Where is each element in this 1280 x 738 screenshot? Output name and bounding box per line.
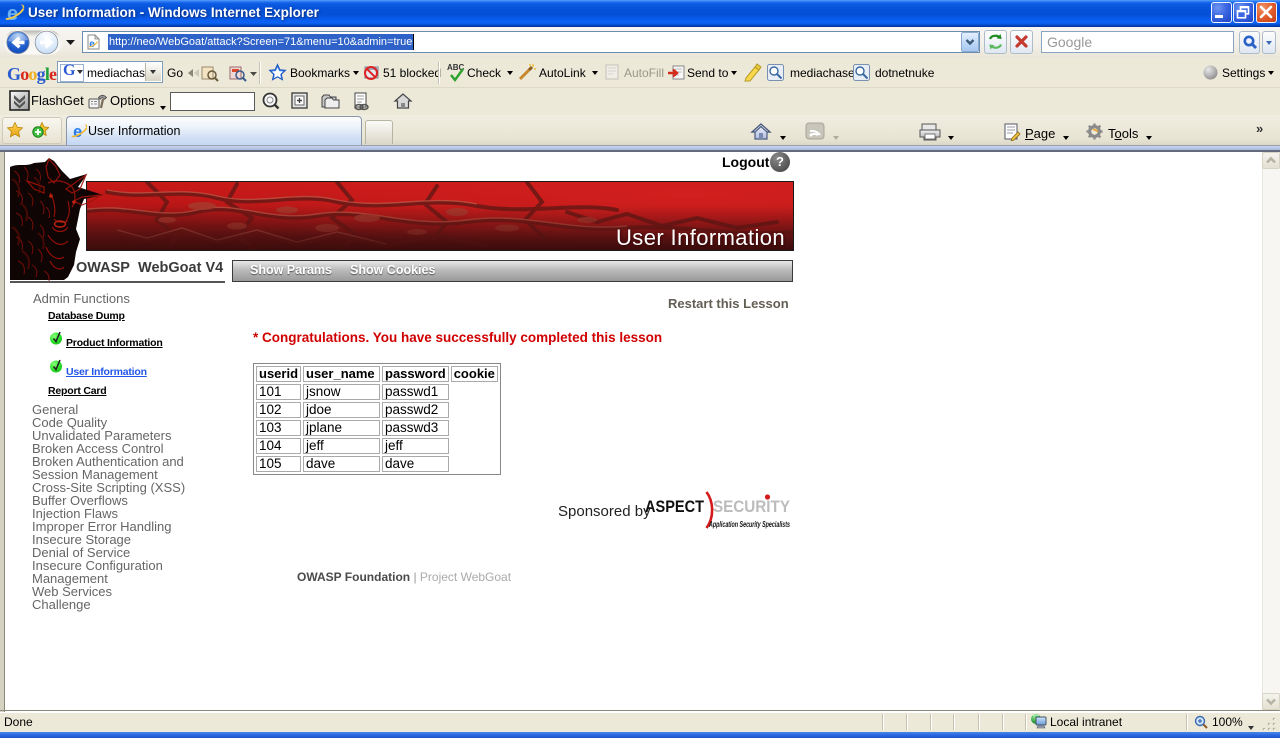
svg-text:Application Security Specialis: Application Security Specialists xyxy=(708,520,790,529)
svg-text:e: e xyxy=(7,3,18,23)
svg-text:ASPECT: ASPECT xyxy=(645,497,705,516)
svg-text:SECURITY: SECURITY xyxy=(713,497,791,516)
svg-text:e: e xyxy=(73,123,82,140)
